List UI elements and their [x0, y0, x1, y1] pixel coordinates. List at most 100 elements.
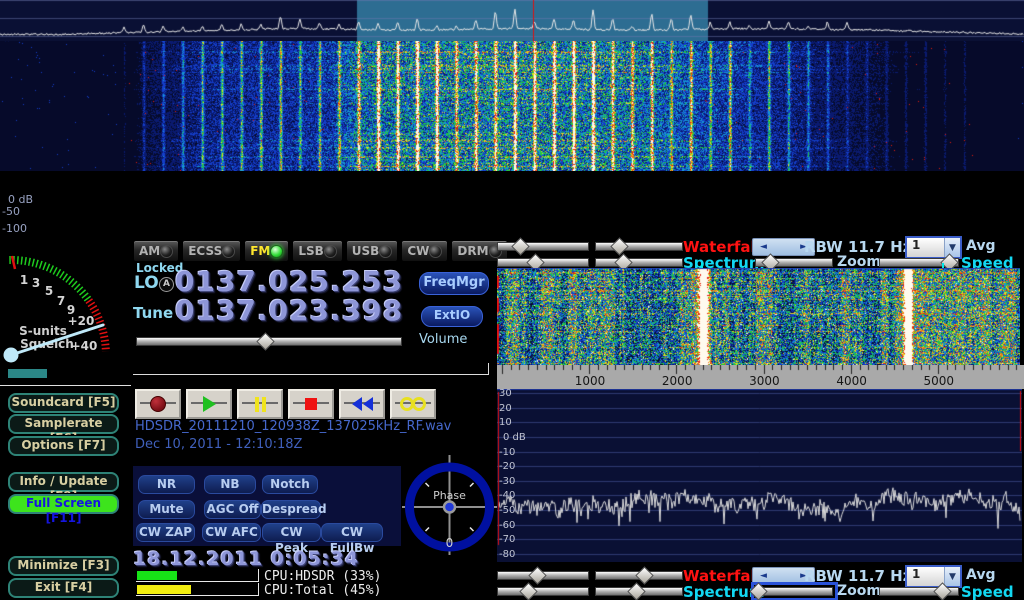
mode-button-row: AM ECSS FMLSB USB CW DRM [133, 240, 490, 262]
stop-button[interactable] [288, 389, 334, 419]
s-meter-pivot [4, 348, 19, 363]
af-avg-select[interactable]: 1▼ [905, 565, 962, 588]
rf-spectrum-display[interactable] [0, 0, 1024, 41]
freqmgr-button[interactable]: FreqMgr [419, 272, 489, 295]
af-db-label: -40 [499, 490, 515, 501]
mode-label: DRM [457, 244, 488, 258]
af-spectrum-display[interactable] [497, 389, 1022, 562]
af-spectrum-slider-1[interactable] [497, 587, 589, 599]
af-db-label: -50 [499, 505, 515, 516]
cw-fullbw-button[interactable]: CW FullBw [321, 523, 383, 542]
af-scale-label: 4000 [836, 374, 867, 388]
af-spectrum-slider-2[interactable] [595, 587, 683, 599]
rf-avg-select[interactable]: 1▼ [905, 236, 962, 259]
af-db-label: -20 [499, 461, 515, 472]
exit-button[interactable]: Exit [F4] [8, 578, 119, 598]
svg-text:7: 7 [57, 294, 65, 308]
af-spectrum-slider-1-track [497, 587, 589, 596]
squelch-level-bar[interactable] [8, 369, 47, 378]
af-db-label: -60 [499, 520, 515, 531]
lo-auto-badge[interactable]: A [159, 277, 174, 292]
volume-slider-thumb[interactable] [256, 332, 274, 350]
af-waterfall-display[interactable] [497, 268, 1020, 365]
af-waterfall-slider-1-thumb[interactable] [528, 566, 546, 584]
af-scale-label: 1000 [575, 374, 606, 388]
af-frequency-scale[interactable]: 10002000300040005000 [497, 365, 1024, 389]
rewind-button[interactable] [339, 389, 385, 419]
mode-usb-button[interactable]: USB [346, 240, 399, 262]
mode-lsb-button[interactable]: LSB [292, 240, 342, 262]
af-speed-slider[interactable] [879, 587, 959, 599]
pause-button[interactable] [237, 389, 283, 419]
datetime-display: 18.12.2011 0:05:34 [133, 549, 359, 569]
despread-button[interactable]: Despread [261, 500, 321, 519]
mode-cw-button[interactable]: CW [401, 240, 448, 262]
mode-label: AM [139, 244, 160, 258]
stop-icon [305, 398, 317, 410]
af-spectrum-slider-1-thumb[interactable] [520, 582, 538, 600]
phase-knob [444, 502, 455, 513]
af-zoom-slider-thumb[interactable] [750, 582, 768, 600]
mode-led-icon [379, 245, 392, 258]
af-waterfall-slider-1[interactable] [497, 571, 589, 583]
rf-waterfall-slider-1[interactable] [497, 242, 589, 254]
tune-frequency-value[interactable]: 0137.023.398 [175, 297, 403, 325]
af-db-label: 30 [499, 388, 512, 399]
dropdown-chevron-icon[interactable]: ▼ [944, 238, 960, 257]
rf-waterfall-slider-2-thumb[interactable] [610, 237, 628, 255]
af-scale-label: 5000 [924, 374, 955, 388]
cw-peak-button[interactable]: CW Peak [262, 523, 321, 542]
lo-label: LO [134, 273, 159, 293]
volume-slider[interactable] [136, 337, 402, 349]
lo-frequency-value[interactable]: 0137.025.253 [175, 268, 403, 296]
mute-button[interactable]: Mute [138, 500, 195, 519]
mode-label: USB [352, 244, 380, 258]
mode-am-button[interactable]: AM [133, 240, 179, 262]
af-spectrum-slider-2-thumb[interactable] [628, 582, 646, 600]
s-meter[interactable]: 1 3 5 7 9 +20 +40 S-units Squelch [0, 238, 130, 368]
af-zoom-slider[interactable] [755, 587, 833, 599]
agc-off-button[interactable]: AGC Off [204, 500, 261, 519]
mode-label: ECSS [188, 244, 222, 258]
af-db-label: -70 [499, 534, 515, 545]
af-speed-label: Speed [961, 583, 1014, 600]
play-button[interactable] [186, 389, 232, 419]
nr-button[interactable]: NR [138, 475, 195, 494]
mode-ecss-button[interactable]: ECSS [182, 240, 241, 262]
record-button[interactable] [135, 389, 181, 419]
cw-afc-button[interactable]: CW AFC [202, 523, 261, 542]
cpu-hdsdr-track [136, 569, 259, 582]
svg-text:Phase: Phase [433, 489, 466, 502]
loop-button[interactable] [390, 389, 436, 419]
cw-zap-button[interactable]: CW ZAP [136, 523, 195, 542]
extio-button[interactable]: ExtIO [421, 306, 483, 327]
minimize-button[interactable]: Minimize [F3] [8, 556, 119, 576]
options-button[interactable]: Options [F7] [8, 436, 119, 456]
mode-led-icon [324, 245, 337, 258]
mode-fm-button[interactable]: FM [244, 240, 289, 262]
spin-left-arrow-icon[interactable]: ◄ [760, 242, 767, 252]
spin-left-arrow-icon[interactable]: ◄ [760, 571, 767, 581]
phase-control[interactable]: Phase 0 [402, 455, 498, 555]
dropdown-chevron-icon[interactable]: ▼ [944, 567, 960, 586]
af-db-label: -10 [499, 447, 515, 458]
pause-icon [255, 397, 266, 412]
full-screen-button[interactable]: Full Screen [F11] [8, 494, 119, 514]
mode-led-icon [270, 245, 283, 258]
af-zoom-label: Zoom [837, 583, 881, 599]
rf-waterfall-slider-1-thumb[interactable] [511, 237, 529, 255]
svg-text:S-units: S-units [19, 324, 67, 338]
samplerate-button[interactable]: Samplerate [F6] [8, 414, 119, 434]
info-update-button[interactable]: Info / Update [F9] [8, 472, 119, 492]
notch-button[interactable]: Notch [262, 475, 318, 494]
af-waterfall-slider-2-thumb[interactable] [635, 566, 653, 584]
rf-avg-label: Avg [966, 238, 995, 254]
af-waterfall-slider-2[interactable] [595, 571, 683, 583]
nb-button[interactable]: NB [204, 475, 256, 494]
rf-waterfall-slider-2[interactable] [595, 242, 683, 254]
rf-spectrum-50db-label: -50 [2, 205, 20, 218]
cpu-total-bar [137, 585, 191, 594]
soundcard-button[interactable]: Soundcard [F5] [8, 393, 119, 413]
af-scale-label: 3000 [749, 374, 780, 388]
cpu-hdsdr-label: CPU:HDSDR (33%) [264, 569, 381, 584]
